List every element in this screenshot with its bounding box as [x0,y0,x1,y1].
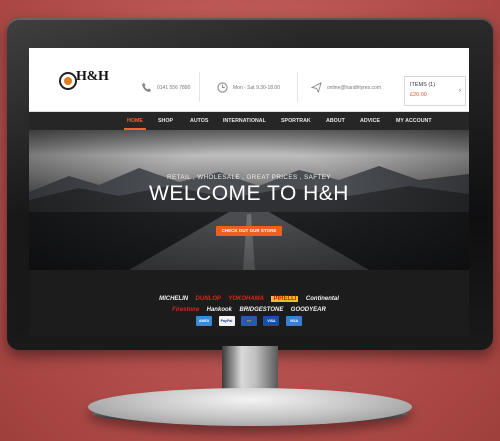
nav-home[interactable]: HOME [124,112,146,130]
phone-contact[interactable]: 0141 556 7890 [141,82,190,93]
nav-sportrak[interactable]: SPORTRAK [281,112,311,130]
payment-methods: AMEX PayPal ●● VISA VISA [29,316,469,334]
header-divider [297,72,298,102]
opening-hours: Mon - Sat 9.30-18.00 [217,82,280,93]
cart-items-count: ITEMS (1) [410,82,436,88]
email-contact[interactable]: online@handhtyres.com [311,82,381,93]
visa-electron-card-icon: VISA [285,316,302,326]
amex-card-icon: AMEX [196,316,213,326]
nav-my-account[interactable]: MY ACCOUNT [396,112,432,130]
hero-banner: RETAIL , WHOLESALE , GREAT PRICES , SAFT… [29,130,469,270]
nav-autos[interactable]: AUTOS [190,112,208,130]
nav-international[interactable]: INTERNATIONAL [223,112,266,130]
nav-shop[interactable]: SHOP [158,112,173,130]
monitor-frame: H&H 0141 556 7890 Mon - Sat 9.30-18.00 o… [7,18,493,350]
visa-card-icon: VISA [263,316,280,326]
header-divider [199,72,200,102]
hero-title: WELCOME TO H&H [149,182,349,205]
paypal-icon: PayPal [218,316,235,326]
phone-number: 0141 556 7890 [157,84,191,91]
nav-about[interactable]: ABOUT [326,112,345,130]
phone-icon [141,82,152,93]
email-address: online@handhtyres.com [327,84,381,91]
logo-text: H&H [76,69,109,84]
logo-tyre-icon [59,72,77,90]
clock-icon [217,82,228,93]
hours-text: Mon - Sat 9.30-18.00 [233,84,280,91]
site-header: H&H 0141 556 7890 Mon - Sat 9.30-18.00 o… [29,48,469,112]
chevron-right-icon: › [459,88,461,94]
monitor-screen: H&H 0141 556 7890 Mon - Sat 9.30-18.00 o… [29,48,469,336]
main-nav: HOME SHOP AUTOS INTERNATIONAL SPORTRAK A… [29,112,469,131]
brand-row-bottom: Firestone Hankook BRIDGESTONE GOODYEAR [29,298,469,316]
cart-total: £26.00 [410,92,427,98]
hero-tagline: RETAIL , WHOLESALE , GREAT PRICES , SAFT… [167,174,331,181]
monitor-stand-base [88,388,412,426]
paper-plane-icon [311,82,322,93]
brands-section: MICHELIN DUNLOP YOKOHAMA PIRELLI Contine… [29,270,469,336]
brand-firestone[interactable]: Firestone [172,307,199,313]
cart-widget[interactable]: ITEMS (1) £26.00 › [404,76,466,106]
brand-bridgestone[interactable]: BRIDGESTONE [239,307,283,313]
site-logo[interactable]: H&H [59,68,119,94]
check-out-store-button[interactable]: CHECK OUT OUR STORE [216,226,282,236]
brand-goodyear[interactable]: GOODYEAR [291,307,326,313]
nav-advice[interactable]: ADVICE [360,112,380,130]
maestro-card-icon: ●● [241,316,257,326]
brand-hankook[interactable]: Hankook [207,307,232,313]
